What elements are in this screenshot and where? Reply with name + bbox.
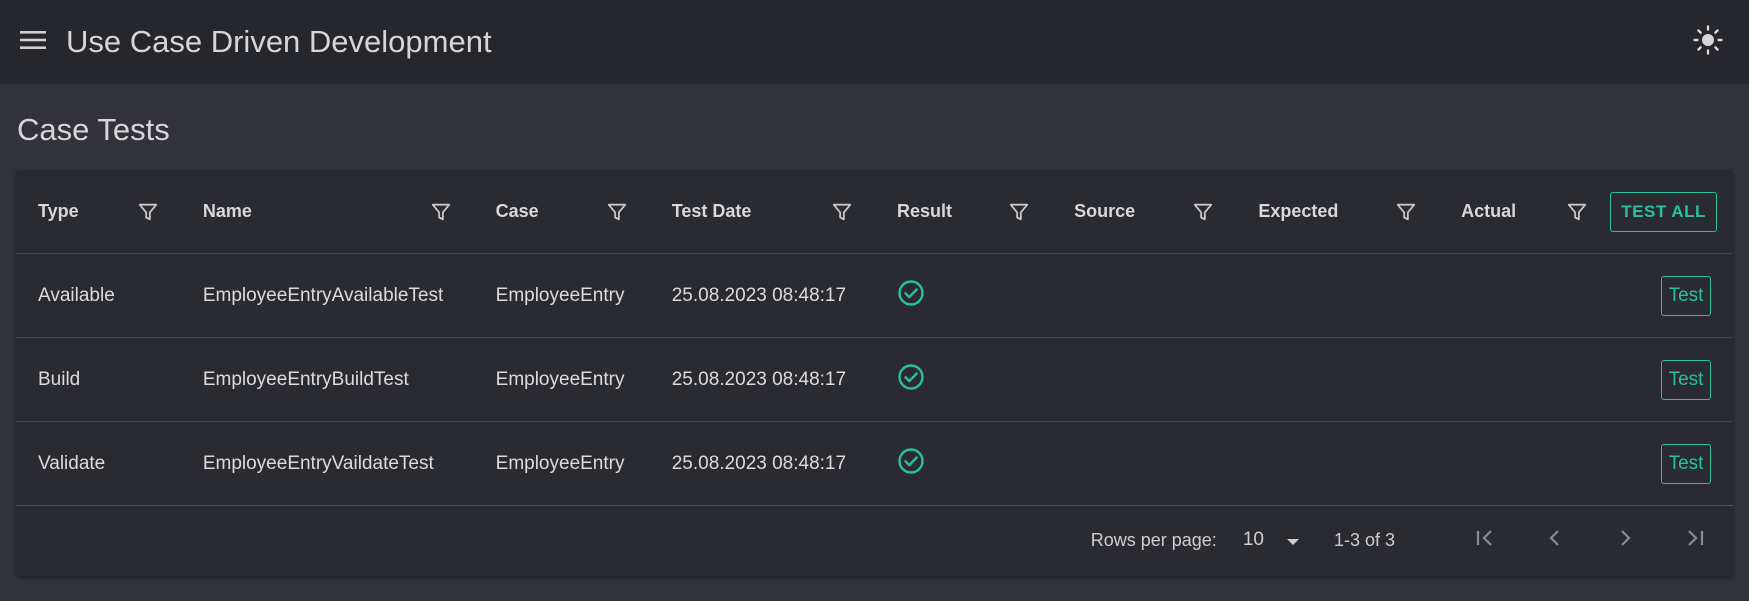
- rows-per-page-value: 10: [1242, 529, 1264, 550]
- app-title: Use Case Driven Development: [66, 24, 492, 59]
- sun-icon: [1693, 24, 1723, 60]
- check-circle-icon: [897, 447, 925, 475]
- cell-test-date: 25.08.2023 08:48:17: [671, 452, 847, 474]
- menu-icon: [20, 30, 46, 55]
- next-page-button[interactable]: [1605, 520, 1645, 560]
- table-pagination: Rows per page: 10 1-3 of 3: [16, 506, 1733, 574]
- column-header-expected: Expected: [1236, 170, 1440, 254]
- filter-icon[interactable]: [1008, 201, 1030, 223]
- last-page-icon: [1684, 527, 1706, 554]
- column-header-type: Type: [16, 170, 181, 254]
- table-row: Build EmployeeEntryBuildTest EmployeeEnt…: [16, 337, 1733, 422]
- filter-icon[interactable]: [831, 201, 853, 223]
- first-page-button[interactable]: [1465, 520, 1505, 560]
- column-header-source: Source: [1052, 170, 1237, 254]
- rows-per-page-label: Rows per page:: [1090, 529, 1217, 550]
- chevron-left-icon: [1544, 527, 1566, 554]
- caret-down-icon: [1286, 530, 1300, 551]
- menu-button[interactable]: [18, 27, 48, 57]
- cell-test-date: 25.08.2023 08:48:17: [671, 368, 847, 390]
- column-header-result: Result: [874, 170, 1053, 254]
- test-button[interactable]: Test: [1661, 275, 1711, 316]
- table-header-row: Type Name Case Test Date Result Source E…: [16, 170, 1733, 254]
- column-header-name: Name: [180, 170, 474, 254]
- test-button[interactable]: Test: [1661, 443, 1711, 484]
- first-page-icon: [1474, 527, 1496, 554]
- column-header-actions: TEST ALL: [1610, 170, 1733, 254]
- cell-name: EmployeeEntryAvailableTest: [202, 284, 444, 306]
- column-header-test-date: Test Date: [649, 170, 875, 254]
- cell-case: EmployeeEntry: [495, 284, 625, 306]
- filter-icon[interactable]: [430, 201, 452, 223]
- cell-case: EmployeeEntry: [495, 452, 625, 474]
- column-header-case: Case: [473, 170, 650, 254]
- rows-per-page-select[interactable]: 10: [1243, 529, 1300, 551]
- cell-name: EmployeeEntryBuildTest: [202, 368, 409, 390]
- last-page-button[interactable]: [1675, 520, 1715, 560]
- filter-icon[interactable]: [137, 201, 159, 223]
- test-all-button[interactable]: TEST ALL: [1610, 191, 1718, 232]
- check-circle-icon: [897, 279, 925, 307]
- cell-case: EmployeeEntry: [495, 368, 625, 390]
- test-button[interactable]: Test: [1661, 359, 1711, 400]
- pagination-range: 1-3 of 3: [1333, 529, 1395, 550]
- tests-table: Type Name Case Test Date Result Source E…: [16, 170, 1733, 506]
- table-row: Validate EmployeeEntryVaildateTest Emplo…: [16, 421, 1733, 506]
- cell-type: Build: [38, 368, 81, 390]
- filter-icon[interactable]: [1566, 201, 1588, 223]
- tests-table-card: Type Name Case Test Date Result Source E…: [16, 170, 1733, 576]
- previous-page-button[interactable]: [1535, 520, 1575, 560]
- app-bar: Use Case Driven Development: [0, 0, 1749, 84]
- theme-toggle-button[interactable]: [1689, 23, 1727, 61]
- cell-test-date: 25.08.2023 08:48:17: [671, 284, 847, 306]
- chevron-right-icon: [1614, 527, 1636, 554]
- page-title: Case Tests: [17, 112, 170, 147]
- filter-icon[interactable]: [606, 201, 628, 223]
- column-header-actual: Actual: [1439, 170, 1611, 254]
- filter-icon[interactable]: [1395, 201, 1417, 223]
- cell-type: Available: [38, 284, 115, 306]
- check-circle-icon: [897, 363, 925, 391]
- filter-icon[interactable]: [1192, 201, 1214, 223]
- cell-name: EmployeeEntryVaildateTest: [202, 452, 434, 474]
- cell-type: Validate: [38, 452, 106, 474]
- table-row: Available EmployeeEntryAvailableTest Emp…: [16, 253, 1733, 338]
